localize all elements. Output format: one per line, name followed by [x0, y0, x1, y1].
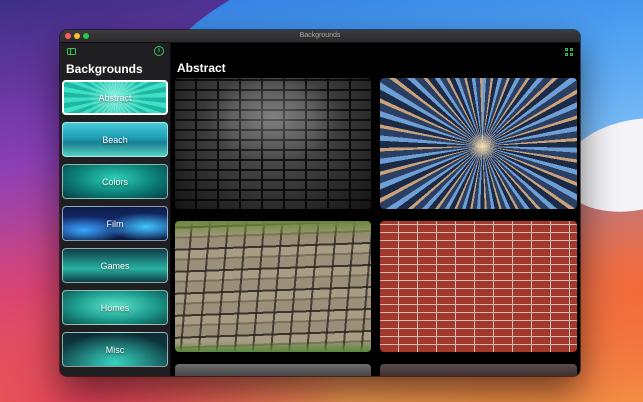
sidebar-item-label: Abstract [98, 92, 132, 103]
sidebar-item-label: Film [106, 218, 124, 229]
background-tile-dark-brick-wall[interactable] [175, 78, 371, 209]
sidebar-title: Backgrounds [66, 62, 143, 76]
content-area: Abstract [171, 43, 580, 376]
grid-view-icon[interactable] [565, 48, 574, 57]
background-tile-red-brick-wall[interactable] [380, 221, 577, 352]
sidebar-item-label: Homes [100, 302, 130, 313]
sidebar-item-label: Games [100, 260, 130, 271]
sidebar-toggle-icon[interactable] [67, 48, 76, 55]
app-window: Backgrounds i Backgrounds Abstract Beach… [60, 30, 580, 376]
sidebar-item-label: Colors [101, 176, 128, 187]
background-tile-stone-wall[interactable] [175, 221, 371, 352]
sidebar-item-games[interactable]: Games [62, 248, 168, 283]
title-bar[interactable]: Backgrounds [60, 30, 580, 43]
sidebar-item-homes[interactable]: Homes [62, 290, 168, 325]
sidebar-item-beach[interactable]: Beach [62, 122, 168, 157]
sidebar-item-abstract[interactable]: Abstract [62, 80, 168, 115]
sidebar-item-colors[interactable]: Colors [62, 164, 168, 199]
background-tile-zoom-burst-city[interactable] [380, 78, 577, 209]
window-title: Backgrounds [299, 32, 341, 39]
sidebar-item-misc[interactable]: Misc [62, 332, 168, 367]
info-icon[interactable]: i [154, 46, 164, 56]
content-title: Abstract [177, 61, 226, 75]
sidebar-item-film[interactable]: Film [62, 206, 168, 241]
background-tile-partial[interactable] [380, 364, 577, 376]
background-tile-partial[interactable] [175, 364, 371, 376]
sidebar: i Backgrounds Abstract Beach Colors Film… [60, 43, 171, 376]
sidebar-item-label: Misc [105, 344, 125, 355]
sidebar-item-label: Beach [102, 134, 128, 145]
